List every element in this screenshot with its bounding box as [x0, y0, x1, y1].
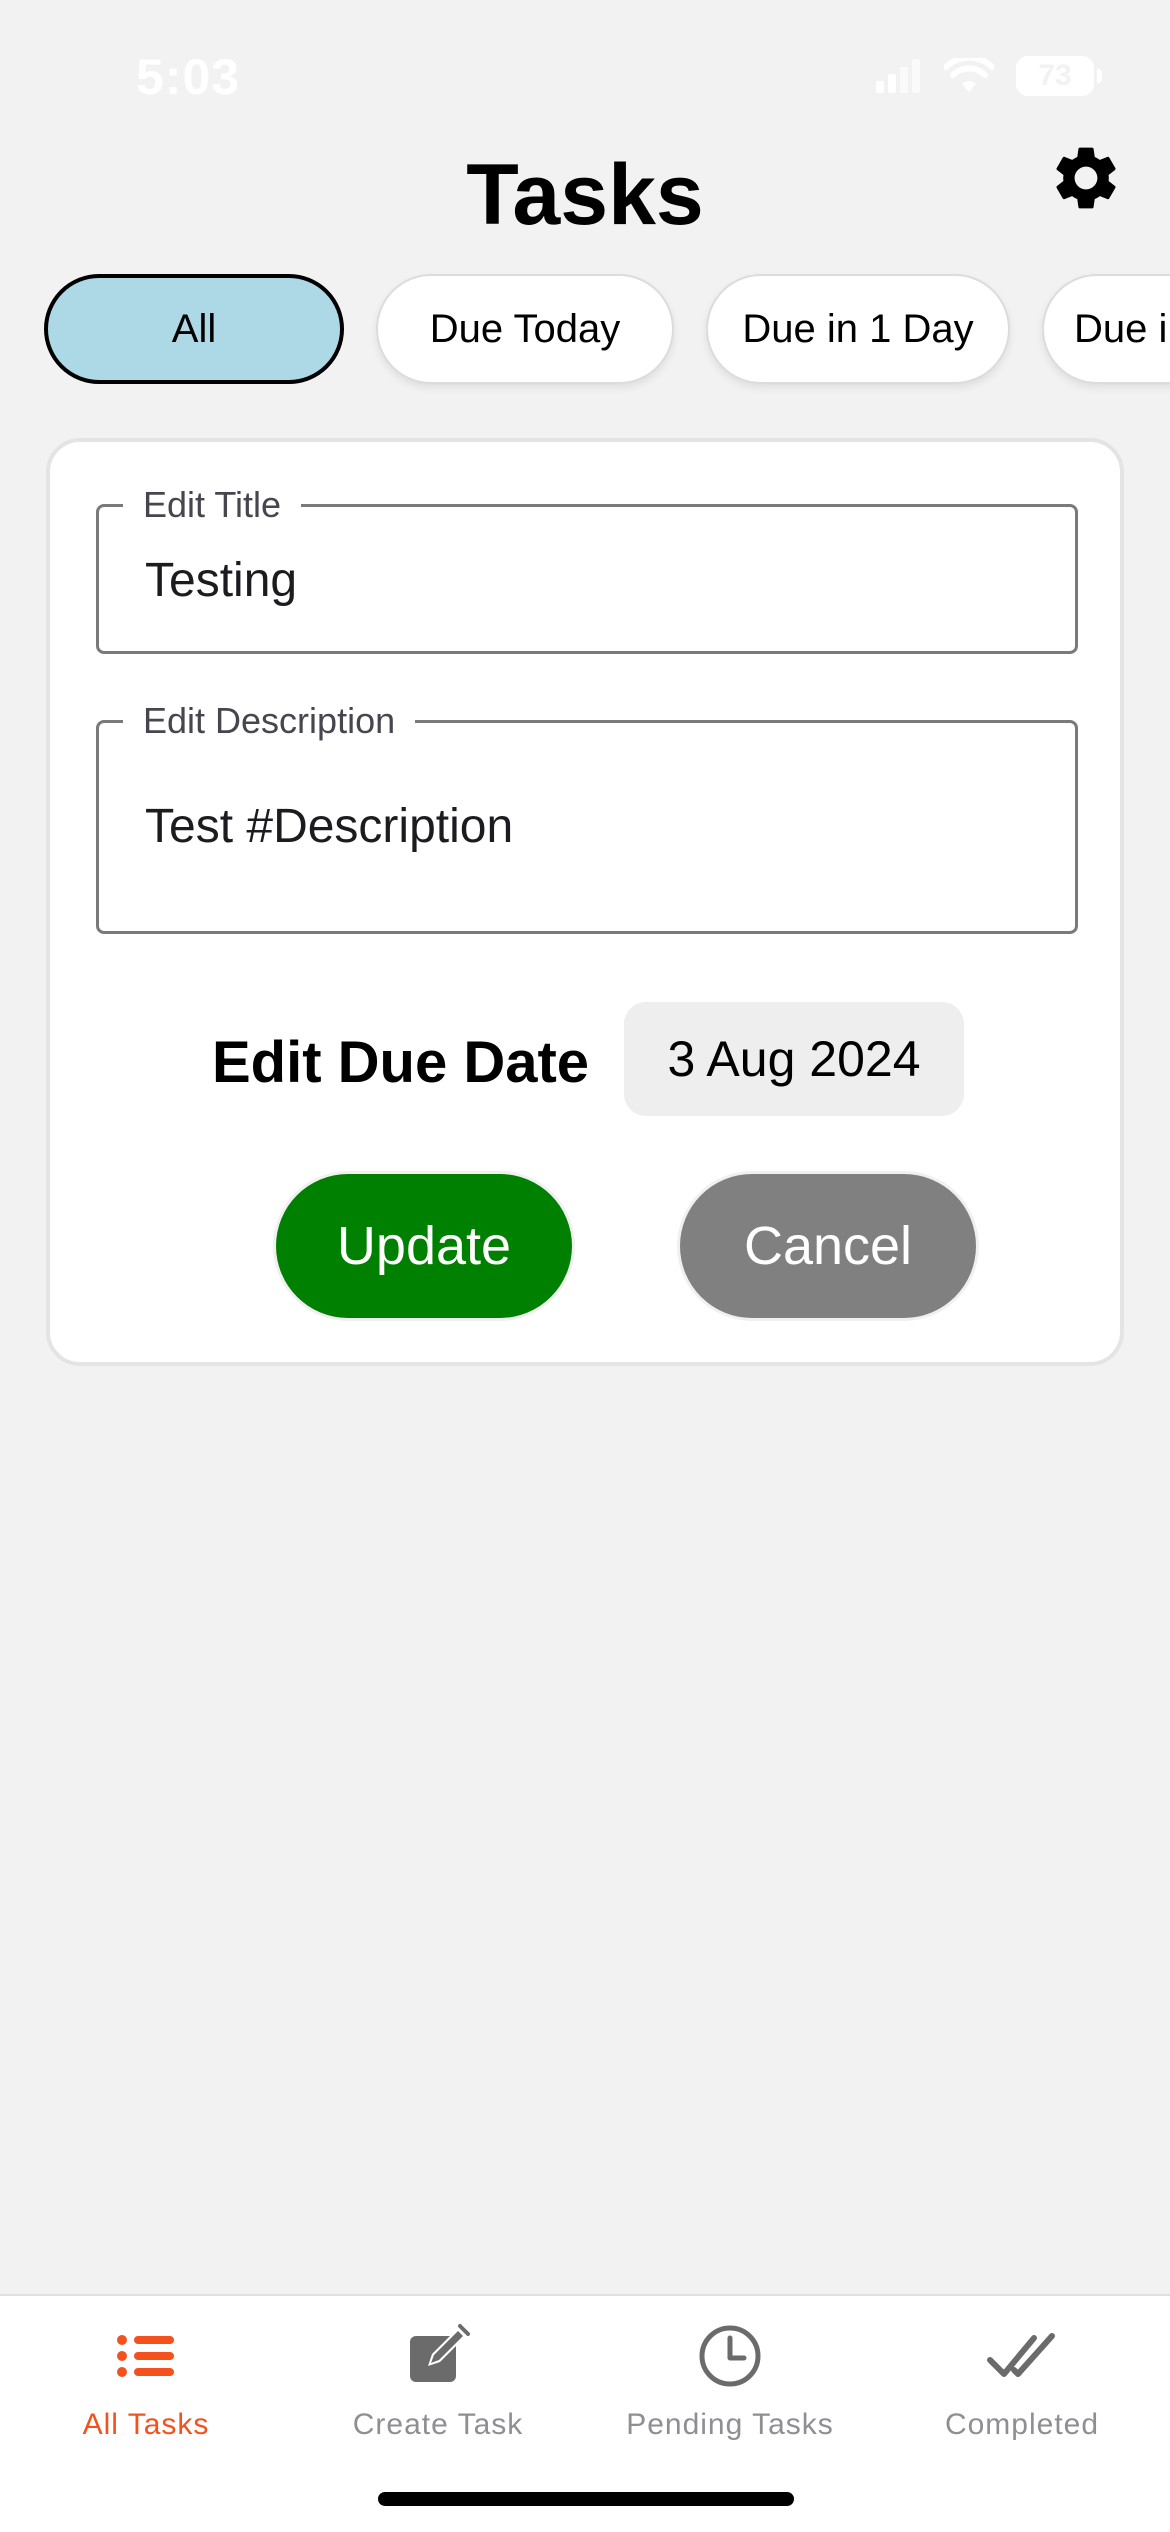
description-field[interactable]: Edit Description Test #Description: [96, 699, 1078, 934]
filter-chip-due-in-more[interactable]: Due i: [1042, 274, 1170, 384]
battery-icon: 73: [1016, 56, 1102, 96]
filter-chip-due-in-1-day[interactable]: Due in 1 Day: [706, 274, 1010, 384]
description-field-label: Edit Description: [123, 699, 416, 743]
tab-create-task-label: Create Task: [352, 2408, 524, 2441]
tab-pending-tasks-label: Pending Tasks: [626, 2408, 834, 2441]
tab-create-task[interactable]: Create Task: [292, 2296, 584, 2466]
tab-all-tasks-label: All Tasks: [82, 2408, 210, 2441]
status-icons: 73: [876, 56, 1102, 96]
status-bar: 5:03 73: [0, 0, 1170, 150]
tab-completed[interactable]: Completed: [876, 2296, 1168, 2466]
double-check-icon: [987, 2333, 1055, 2377]
edit-icon: [410, 2324, 470, 2382]
settings-button[interactable]: [1048, 140, 1124, 216]
filter-chip-row[interactable]: All Due Today Due in 1 Day Due i: [44, 270, 1170, 394]
description-input[interactable]: Test #Description: [145, 797, 513, 857]
title-field[interactable]: Edit Title Testing: [96, 483, 1078, 654]
gear-icon: [1056, 147, 1116, 209]
due-date-label: Edit Due Date: [212, 1030, 590, 1095]
tab-all-tasks[interactable]: All Tasks: [0, 2296, 292, 2466]
title-input[interactable]: Testing: [145, 551, 297, 611]
status-time: 5:03: [136, 49, 241, 105]
battery-level: 73: [1038, 59, 1072, 92]
title-field-label: Edit Title: [123, 483, 302, 527]
tab-pending-tasks[interactable]: Pending Tasks: [584, 2296, 876, 2466]
list-icon: [117, 2335, 174, 2377]
page-title: Tasks: [466, 147, 704, 243]
cellular-signal-icon: [876, 59, 920, 93]
wifi-icon: [944, 58, 994, 92]
tab-completed-label: Completed: [944, 2408, 1100, 2441]
filter-chip-all[interactable]: All: [44, 274, 344, 384]
filter-chip-due-today[interactable]: Due Today: [376, 274, 674, 384]
update-button[interactable]: Update: [276, 1174, 572, 1318]
home-indicator: [378, 2492, 794, 2506]
edit-task-card: Edit Title Testing Edit Description Test…: [46, 438, 1124, 1366]
due-date-picker[interactable]: 3 Aug 2024: [624, 1002, 964, 1116]
cancel-button[interactable]: Cancel: [680, 1174, 976, 1318]
clock-icon: [699, 2325, 761, 2387]
